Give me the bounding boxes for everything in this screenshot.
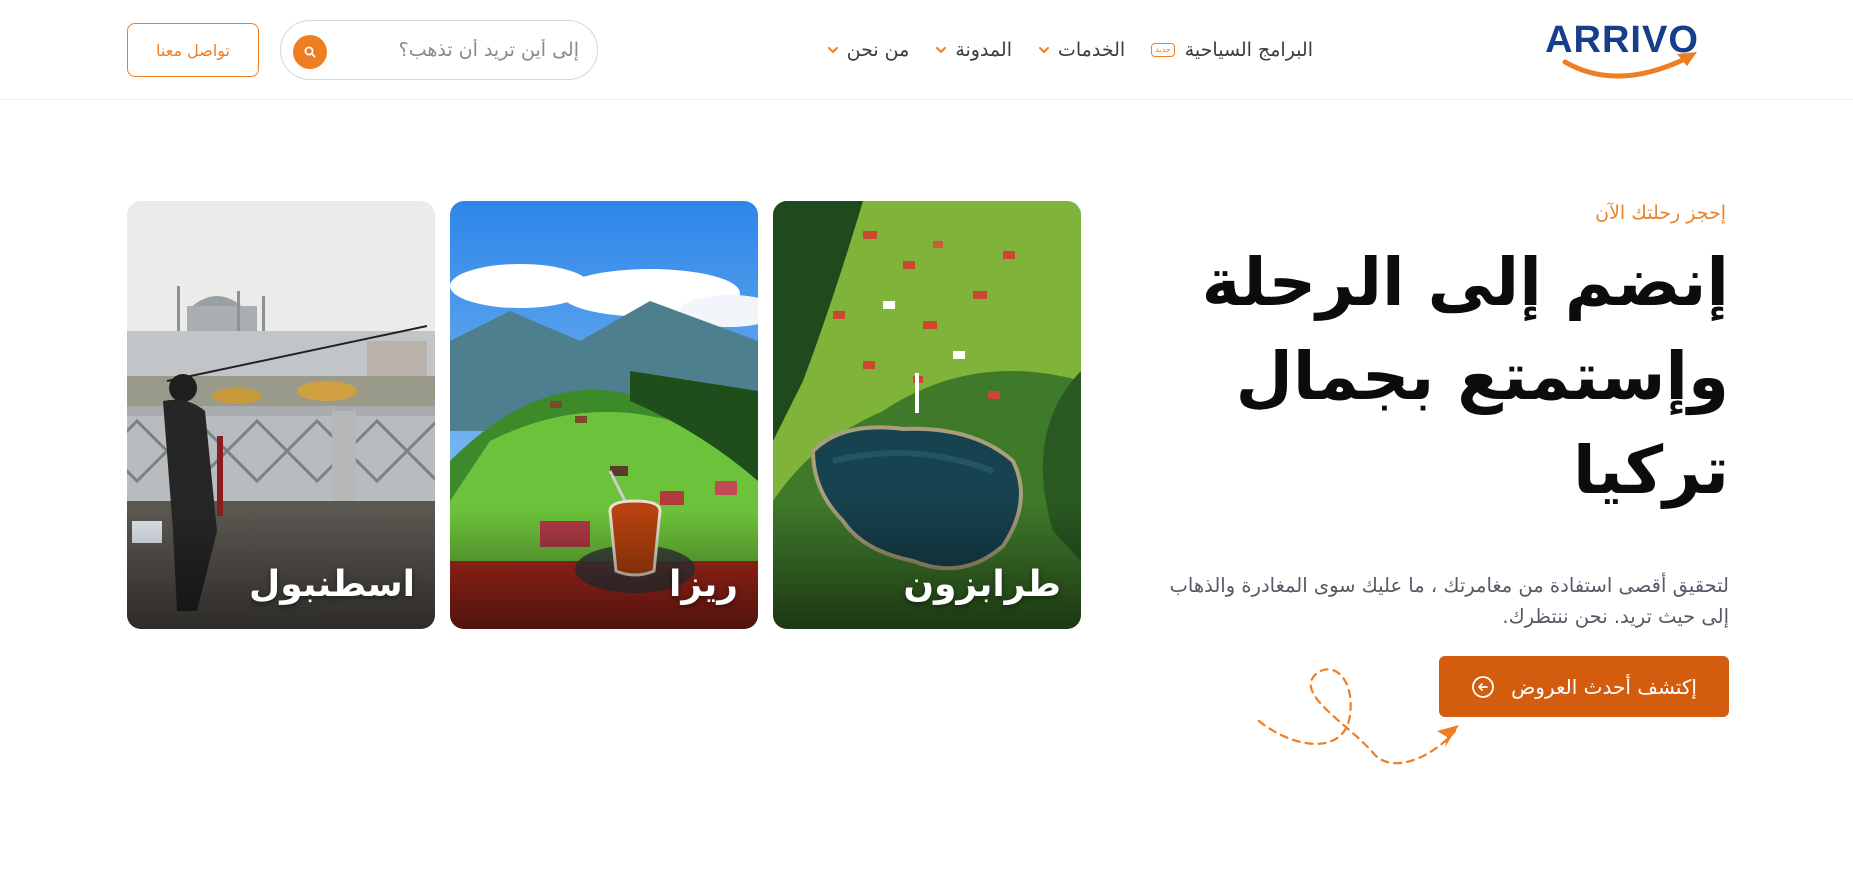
logo[interactable]: ARRIVO [1537, 18, 1707, 80]
logo-swoosh-icon [1562, 52, 1697, 79]
hero-title-line: تركيا [1573, 432, 1729, 509]
nav-item-services[interactable]: الخدمات [1038, 39, 1125, 61]
hero-title-line: إنضم إلى الرحلة [1201, 244, 1729, 321]
destination-card-rize[interactable]: ريزا [450, 201, 758, 629]
paper-plane-icon [1257, 668, 1459, 765]
cta-label: إكتشف أحدث العروض [1511, 674, 1697, 699]
card-label: طرابزون [903, 564, 1061, 605]
nav-item-blog[interactable]: المدونة [935, 39, 1012, 61]
nav-label: من نحن [846, 39, 910, 61]
card-label: ريزا [669, 564, 738, 605]
hero-title: إنضم إلى الرحلة وإستمتع بجمال تركيا [1169, 236, 1729, 518]
main-nav: البرامج السياحية جديد الخدمات المدونة من… [827, 30, 1313, 70]
new-badge: جديد [1151, 43, 1175, 57]
hero-eyebrow: إحجز رحلتك الآن [1595, 202, 1726, 224]
explore-offers-button[interactable]: إكتشف أحدث العروض [1439, 656, 1729, 717]
site-header: ARRIVO البرامج السياحية جديد الخدمات الم… [0, 0, 1853, 100]
arrow-left-circle-icon [1472, 675, 1495, 698]
nav-label: المدونة [955, 39, 1012, 61]
nav-item-about[interactable]: من نحن [827, 39, 910, 61]
hero-subtitle-line: إلى حيث تريد. نحن ننتظرك. [1502, 605, 1729, 628]
chevron-down-icon [1039, 47, 1049, 54]
hero-subtitle-line: لتحقيق أقصى استفادة من مغامرتك ، ما عليك… [1169, 574, 1729, 597]
nav-item-tour-programs[interactable]: البرامج السياحية جديد [1151, 39, 1313, 61]
contact-us-button[interactable]: تواصل معنا [127, 23, 259, 77]
destination-card-trabzon[interactable]: طرابزون [773, 201, 1081, 629]
search-input[interactable] [349, 33, 579, 67]
destination-card-istanbul[interactable]: اسطنبول [127, 201, 435, 629]
hero-subtitle: لتحقيق أقصى استفادة من مغامرتك ، ما عليك… [1069, 570, 1729, 632]
card-label: اسطنبول [248, 564, 415, 605]
search-icon [304, 46, 316, 58]
nav-label: الخدمات [1058, 39, 1126, 61]
nav-label: البرامج السياحية [1184, 39, 1313, 61]
search-box [280, 20, 598, 80]
search-button[interactable] [293, 35, 327, 69]
chevron-down-icon [936, 47, 947, 54]
chevron-down-icon [827, 47, 838, 54]
hero-title-line: وإستمتع بجمال [1235, 338, 1729, 415]
